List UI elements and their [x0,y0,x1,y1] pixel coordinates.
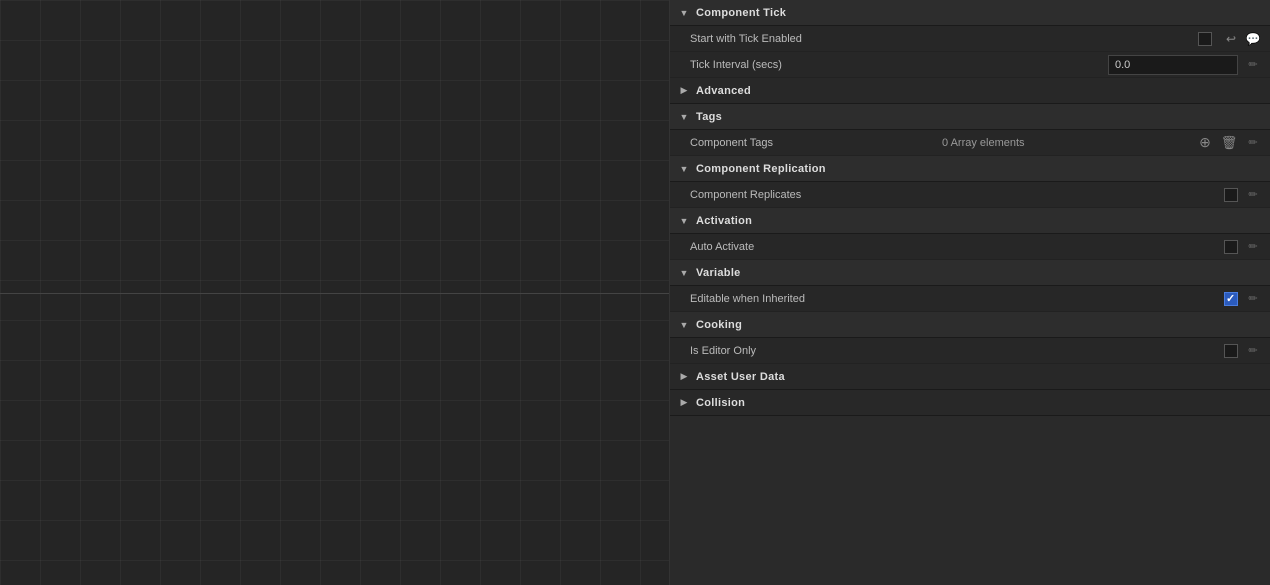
section-header-component-replication[interactable]: ▼ Component Replication [670,156,1270,182]
comment-icon-start-tick[interactable]: 💬 [1244,30,1262,48]
property-row-start-tick-enabled: Start with Tick Enabled ↩ 💬 [670,26,1270,52]
array-info-component-tags: 0 Array elements [942,137,1190,149]
property-row-is-editor-only: Is Editor Only ✏ [670,338,1270,364]
chevron-activation: ▼ [678,215,690,227]
prop-value-auto-activate: ✏ [942,238,1262,256]
input-tick-interval[interactable] [1108,55,1238,75]
section-header-advanced[interactable]: ▶ Advanced [670,78,1270,104]
property-row-editable-when-inherited: Editable when Inherited ✏ [670,286,1270,312]
checkbox-is-editor-only[interactable] [1224,344,1238,358]
chevron-collision: ▶ [678,397,690,409]
prop-name-auto-activate: Auto Activate [690,241,942,253]
section-label-tags: Tags [696,111,722,123]
prop-value-editable-when-inherited: ✏ [942,290,1262,308]
section-header-asset-user-data[interactable]: ▶ Asset User Data [670,364,1270,390]
edit-icon-editable-when-inherited[interactable]: ✏ [1244,290,1262,308]
section-header-cooking[interactable]: ▼ Cooking [670,312,1270,338]
prop-name-tick-interval: Tick Interval (secs) [690,59,942,71]
chevron-component-replication: ▼ [678,163,690,175]
section-label-advanced: Advanced [696,85,751,97]
edit-icon-component-replicates[interactable]: ✏ [1244,186,1262,204]
property-row-component-tags: Component Tags 0 Array elements ⊕ 🗑 ✏ [670,130,1270,156]
prop-value-is-editor-only: ✏ [942,342,1262,360]
section-header-collision[interactable]: ▶ Collision [670,390,1270,416]
section-header-tags[interactable]: ▼ Tags [670,104,1270,130]
section-header-activation[interactable]: ▼ Activation [670,208,1270,234]
edit-icon-is-editor-only[interactable]: ✏ [1244,342,1262,360]
property-row-component-replicates: Component Replicates ✏ [670,182,1270,208]
section-label-activation: Activation [696,215,752,227]
chevron-component-tick: ▼ [678,7,690,19]
prop-name-component-tags: Component Tags [690,137,942,149]
prop-value-start-tick-enabled: ↩ 💬 [942,30,1262,48]
prop-name-component-replicates: Component Replicates [690,189,942,201]
canvas-divider-line [0,293,669,294]
section-label-variable: Variable [696,267,741,279]
section-label-component-replication: Component Replication [696,163,826,175]
delete-icon-component-tags[interactable]: 🗑 [1220,134,1238,152]
reset-icon-start-tick[interactable]: ↩ [1222,30,1240,48]
checkbox-component-replicates[interactable] [1224,188,1238,202]
property-row-auto-activate: Auto Activate ✏ [670,234,1270,260]
checkbox-auto-activate[interactable] [1224,240,1238,254]
canvas-area [0,0,670,585]
prop-value-tick-interval: ✏ [942,55,1262,75]
chevron-asset-user-data: ▶ [678,371,690,383]
checkbox-editable-when-inherited[interactable] [1224,292,1238,306]
chevron-variable: ▼ [678,267,690,279]
section-label-collision: Collision [696,397,745,409]
prop-value-component-tags: 0 Array elements ⊕ 🗑 ✏ [942,134,1262,152]
edit-icon-tick-interval[interactable]: ✏ [1244,56,1262,74]
section-header-component-tick[interactable]: ▼ Component Tick [670,0,1270,26]
edit-icon-component-tags[interactable]: ✏ [1244,134,1262,152]
section-label-asset-user-data: Asset User Data [696,371,785,383]
section-label-cooking: Cooking [696,319,742,331]
prop-name-is-editor-only: Is Editor Only [690,345,942,357]
edit-icon-auto-activate[interactable]: ✏ [1244,238,1262,256]
row-end-icons-start-tick: ↩ 💬 [1222,30,1262,48]
property-row-tick-interval: Tick Interval (secs) ✏ [670,52,1270,78]
prop-value-component-replicates: ✏ [942,186,1262,204]
section-label-component-tick: Component Tick [696,7,786,19]
chevron-tags: ▼ [678,111,690,123]
prop-name-editable-when-inherited: Editable when Inherited [690,293,942,305]
chevron-cooking: ▼ [678,319,690,331]
properties-panel: ▼ Component Tick Start with Tick Enabled… [670,0,1270,585]
checkbox-start-tick-enabled[interactable] [1198,32,1212,46]
section-header-variable[interactable]: ▼ Variable [670,260,1270,286]
add-icon-component-tags[interactable]: ⊕ [1196,134,1214,152]
chevron-advanced: ▶ [678,85,690,97]
prop-name-start-tick-enabled: Start with Tick Enabled [690,33,942,45]
